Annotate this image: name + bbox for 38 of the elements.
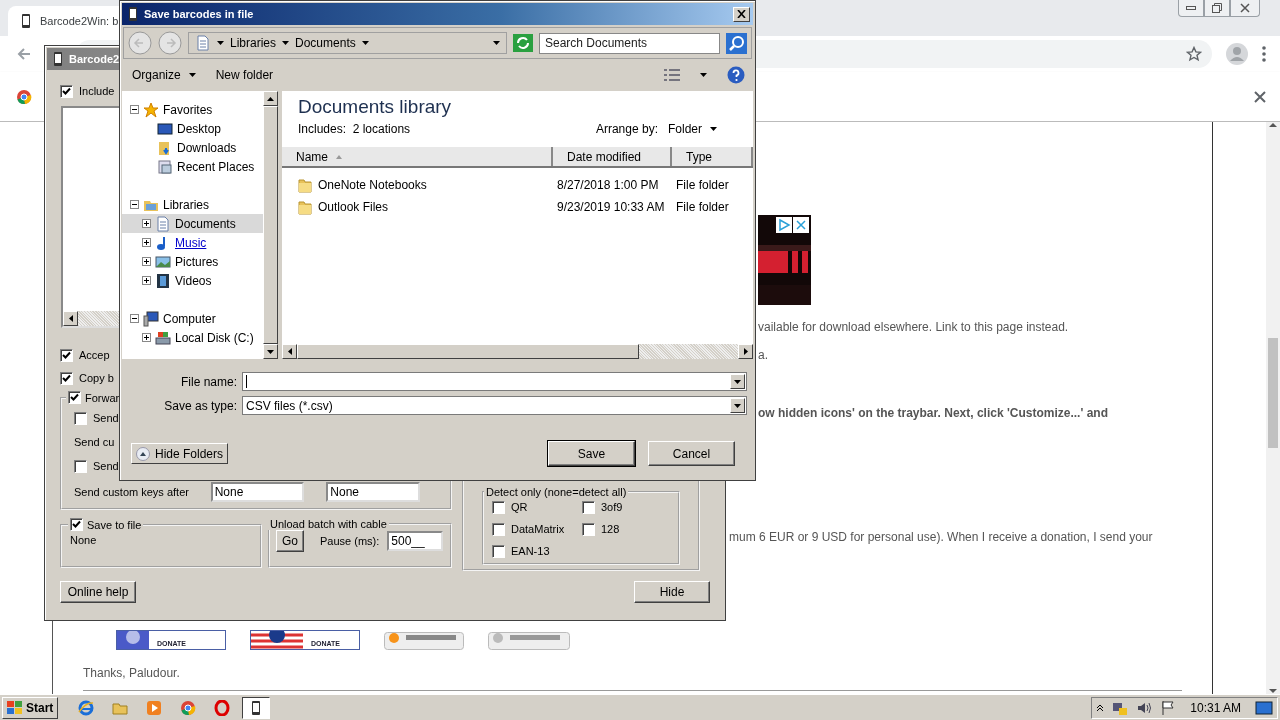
group-label: Detect only (none=detect all) [486, 486, 627, 498]
checkbox-label: 128 [601, 523, 620, 535]
page-text: mum 6 EUR or 9 USD for personal use). When I receive a donation, I send your [729, 530, 1154, 544]
checkbox-label: Accep [79, 349, 110, 361]
arrange-label: Arrange by: [595, 121, 658, 136]
page-text: ow hidden icons' on the traybar. Next, click 'Customize...' and [758, 406, 1109, 420]
checkbox-label: QR [511, 501, 528, 513]
field-label: Pause (ms): [320, 535, 380, 547]
tab-title: Barcode2Win: b [40, 15, 119, 27]
window-title: Barcode2 [69, 53, 120, 65]
checkbox-label: Copy b [79, 372, 114, 384]
page-text: vailable for download elsewhere. Link to this page instead. [758, 320, 1070, 334]
file-name: OneNote Notebooks [318, 178, 427, 192]
field-label: Save as type: [163, 398, 238, 413]
clock-text: 10:31 AM [1190, 700, 1241, 715]
checkbox-label: DataMatrix [511, 523, 565, 535]
checkbox-label: Send [93, 460, 119, 472]
signature-text: Thanks, Paludour. [83, 666, 181, 680]
table-cell-text: File folder [675, 200, 730, 214]
checkbox-label: Send [93, 412, 119, 424]
file-path-text: None [70, 534, 97, 546]
checkbox-label: EAN-13 [511, 545, 550, 557]
checkbox-label: 3of9 [601, 501, 623, 513]
file-name: Outlook Files [318, 200, 389, 214]
option-label: Send cu [74, 436, 115, 448]
table-cell-text: 8/27/2018 1:00 PM [556, 178, 660, 192]
page-text: a. [758, 348, 769, 362]
field-label: Send custom keys after [74, 486, 190, 498]
library-subtitle: Includes: 2 locations [298, 122, 412, 136]
table-cell-text: File folder [675, 178, 730, 192]
field-label: File name: [179, 374, 238, 389]
dialog-title: Save barcodes in file [144, 8, 254, 20]
group-label: Unload batch with cable [270, 518, 387, 530]
table-cell-text: 9/23/2019 10:33 AM [556, 200, 666, 214]
library-title: Documents library [298, 96, 452, 118]
group-label: Save to file [87, 518, 142, 531]
checkbox-label: Include [79, 85, 115, 97]
group-label: Forwar [85, 391, 120, 404]
